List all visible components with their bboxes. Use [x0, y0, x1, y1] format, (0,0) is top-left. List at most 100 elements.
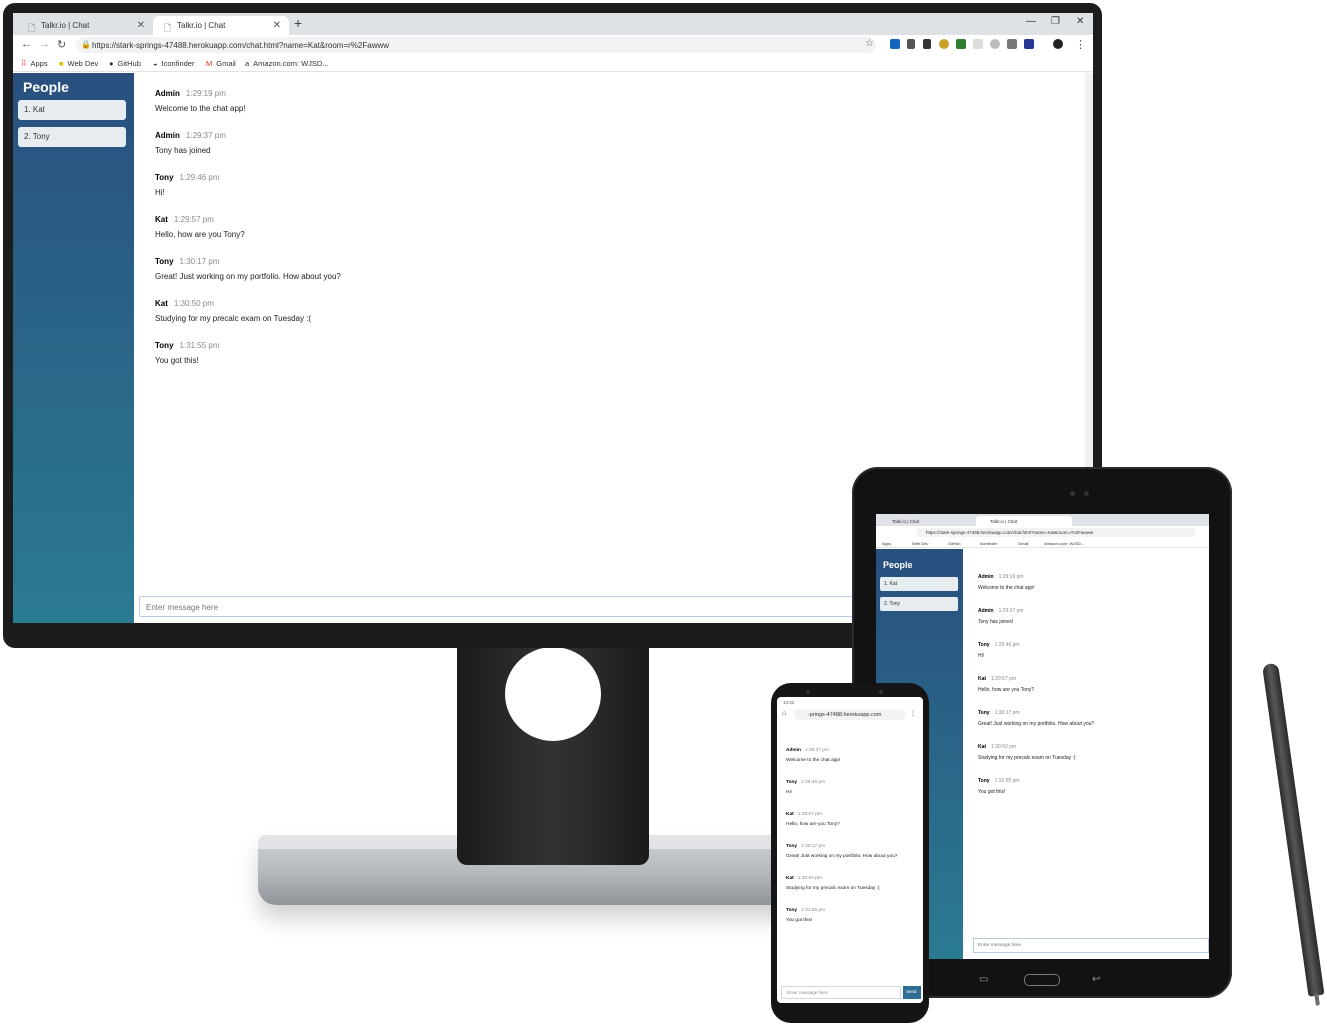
message-input[interactable]: Enter message here	[781, 986, 901, 999]
extension-icon[interactable]	[956, 39, 966, 49]
url-input[interactable]: -prings-47488.herokuapp.com	[794, 709, 906, 720]
extension-icon[interactable]	[973, 39, 983, 49]
extension-icon[interactable]	[907, 39, 915, 49]
chat-message: Tony 1:29:46 pm Hi!	[155, 167, 1055, 197]
bookmark-gmail[interactable]: Gmail	[1018, 541, 1028, 546]
chat-message: Kat 1:30:50 pm Studying for my precalc exa…	[978, 735, 1198, 761]
send-button[interactable]: Send	[903, 986, 921, 999]
browser-tab[interactable]: 🗋 Talkr.io | Chat ✕	[17, 16, 153, 35]
phone-sensor	[879, 690, 883, 694]
message-text: Great! Just working on my portfolio. How…	[978, 721, 1095, 727]
message-time: 1:30:50 pm	[173, 299, 214, 308]
url-input[interactable]: https://stark-springs-47488.herokuapp.co…	[916, 528, 1196, 537]
bookmark-amazon[interactable]: Amazon.com: WJSD...	[1044, 541, 1084, 546]
bookmark-web-dev[interactable]: ■ Web Dev	[59, 59, 98, 68]
extension-icon[interactable]	[939, 39, 949, 49]
bookmark-web-dev[interactable]: Web Dev	[912, 541, 928, 546]
message-text: Hi!	[786, 790, 792, 795]
bookmark-apps[interactable]: Apps	[882, 541, 891, 546]
new-tab-icon[interactable]: +	[294, 15, 302, 31]
extension-icon[interactable]	[923, 39, 931, 49]
chat-message: Kat 1:29:57 pm Hello, how are you Tony?	[978, 667, 1198, 693]
message-time: 1:30:50 pm	[991, 744, 1017, 750]
home-icon[interactable]: ⌂	[782, 710, 786, 717]
close-tab-icon[interactable]: ✕	[137, 20, 145, 31]
menu-icon[interactable]: ⋮	[1075, 38, 1086, 51]
message-author: Admin	[978, 574, 994, 580]
iconfinder-icon: ◒	[153, 59, 158, 68]
home-button[interactable]	[1024, 974, 1060, 986]
people-list-item[interactable]: 2. Tony	[880, 597, 958, 611]
back-icon[interactable]: ←	[21, 38, 32, 50]
extension-icon[interactable]	[990, 39, 1000, 49]
browser-tab-active[interactable]: Talkr.io | Chat	[976, 516, 1072, 526]
restore-icon[interactable]: ❐	[1051, 16, 1060, 27]
chat-message: Tony 1:31:55 pm You got this!	[155, 335, 1055, 365]
message-author: Tony	[786, 908, 798, 913]
bookmark-github[interactable]: GitHub	[948, 541, 960, 546]
message-author: Tony	[155, 257, 174, 266]
chat-message: Admin 1:29:37 pm Welcome to the chat app!	[786, 738, 921, 763]
stylus-tip	[1314, 993, 1320, 1006]
chat-message: Tony 1:29:46 pm Hi!	[978, 633, 1198, 659]
message-text: You got this!	[978, 789, 1006, 795]
message-time: 1:31:55 pm	[801, 908, 826, 913]
message-text: Welcome to the chat app!	[786, 758, 841, 763]
browser-tab[interactable]: Talkr.io | Chat	[878, 516, 974, 526]
message-time: 1:31:55 pm	[179, 341, 220, 350]
bookmark-gmail[interactable]: M Gmail	[206, 59, 236, 68]
bookmark-apps[interactable]: ⠿ Apps	[21, 59, 48, 68]
chat-message: Kat 1:29:57 pm Hello, how are you Tony?	[786, 802, 921, 827]
message-author: Tony	[155, 341, 174, 350]
message-input[interactable]: Enter message here	[973, 938, 1209, 953]
chat-message: Tony 1:29:46 pm Hi!	[786, 770, 921, 795]
back-icon[interactable]: ↩	[1092, 974, 1100, 985]
chat-message: Kat 1:29:57 pm Hello, how are you Tony?	[155, 209, 1055, 239]
bookmark-github[interactable]: ● GitHub	[109, 59, 141, 68]
forward-icon[interactable]: →	[39, 38, 50, 50]
bookmark-iconfinder[interactable]: ◒ Iconfinder	[153, 59, 194, 68]
message-text: Studying for my precalc exam on Tuesday …	[786, 886, 880, 891]
message-text: Hi!	[155, 188, 165, 197]
message-time: 1:30:17 pm	[179, 257, 220, 266]
close-tab-icon[interactable]: ✕	[273, 20, 281, 31]
message-text: Hello, how are you Tony?	[978, 687, 1035, 693]
bookmark-amazon[interactable]: a Amazon.com: WJSD...	[245, 59, 329, 68]
menu-icon[interactable]: ⋮	[910, 710, 916, 717]
message-text: Welcome to the chat app!	[978, 585, 1035, 591]
minimize-icon[interactable]: —	[1026, 16, 1036, 27]
extension-icon[interactable]	[1024, 39, 1034, 49]
bookmark-star-icon[interactable]: ☆	[865, 38, 874, 49]
tablet-sensor	[1084, 491, 1089, 496]
message-author: Admin	[978, 608, 994, 614]
people-list-item[interactable]: 1. Kat	[18, 100, 126, 120]
chat-message: Tony 1:31:55 pm You got this!	[978, 769, 1198, 795]
close-window-icon[interactable]: ✕	[1076, 16, 1084, 27]
message-author: Kat	[786, 876, 794, 881]
apps-grid-icon: ⠿	[21, 59, 27, 68]
status-bar: 13:32	[777, 697, 923, 707]
chat-message: Kat 1:30:50 pm Studying for my precalc exa…	[155, 293, 1055, 323]
message-time: 1:29:57 pm	[991, 676, 1017, 682]
message-text: You got this!	[786, 918, 813, 923]
browser-tab-active[interactable]: 🗋 Talkr.io | Chat ✕	[153, 16, 289, 35]
people-list-item[interactable]: 1. Kat	[880, 577, 958, 591]
message-author: Tony	[978, 710, 990, 716]
recent-apps-icon[interactable]: ▭	[979, 974, 988, 985]
sidebar-title: People	[23, 79, 69, 95]
message-author: Tony	[786, 780, 798, 785]
message-author: Tony	[978, 642, 990, 648]
folder-icon: ■	[59, 59, 64, 68]
message-text: Welcome to the chat app!	[155, 104, 246, 113]
extension-icon[interactable]	[890, 39, 900, 49]
address-bar: ← → ↻ 🔒 https://stark-springs-47488.hero…	[13, 35, 1093, 55]
message-author: Kat	[978, 744, 987, 750]
url-input[interactable]: 🔒 https://stark-springs-47488.herokuapp.…	[76, 37, 876, 53]
avatar[interactable]	[1053, 39, 1063, 49]
message-author: Kat	[155, 299, 168, 308]
bookmark-iconfinder[interactable]: Iconfinder	[980, 541, 998, 546]
extension-icon[interactable]	[1007, 39, 1017, 49]
people-list-item[interactable]: 2. Tony	[18, 127, 126, 147]
browser-tab-bar: 🗋 Talkr.io | Chat ✕ 🗋 Talkr.io | Chat ✕ …	[13, 13, 1093, 35]
reload-icon[interactable]: ↻	[57, 38, 66, 51]
